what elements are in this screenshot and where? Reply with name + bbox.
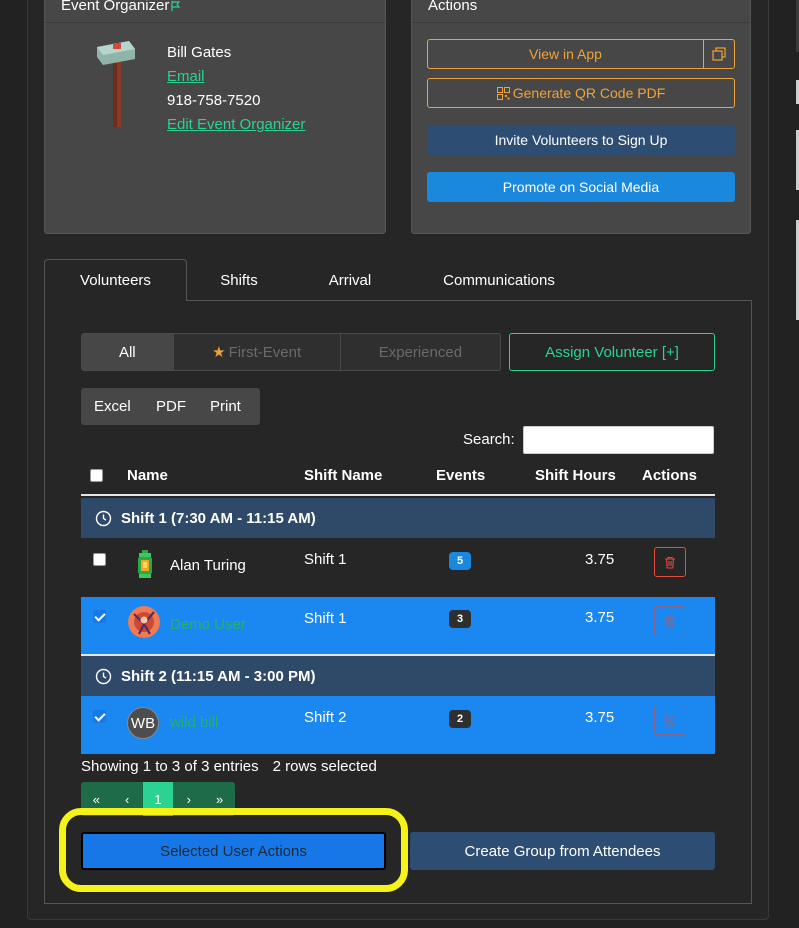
- organizer-phone: 918-758-7520: [167, 92, 261, 109]
- table-row[interactable]: WB wild bill Shift 2 2 3.75: [81, 696, 715, 754]
- organizer-email-link[interactable]: Email: [167, 65, 305, 89]
- trash-icon: [665, 714, 675, 727]
- organizer-card-header: Event Organizer: [45, 0, 385, 23]
- print-button[interactable]: Print: [196, 398, 256, 415]
- header-name[interactable]: Name: [127, 467, 168, 484]
- avatar: WB: [127, 707, 159, 739]
- row-checkbox[interactable]: [93, 610, 106, 623]
- tab-arrival[interactable]: Arrival: [306, 259, 394, 301]
- export-button-group: Excel PDF Print: [81, 388, 260, 425]
- view-in-app-button[interactable]: View in App: [427, 39, 704, 69]
- volunteer-name-link[interactable]: wild bill: [170, 714, 218, 731]
- shift-group-row: Shift 1 (7:30 AM - 11:15 AM): [81, 498, 715, 538]
- lantern-icon: [138, 550, 152, 578]
- shift-hours-cell: 3.75: [585, 709, 615, 726]
- filter-first-event-button[interactable]: ★ First-Event: [174, 334, 341, 370]
- volunteer-name-link[interactable]: Demo User: [170, 616, 246, 633]
- qr-code-icon: [496, 86, 510, 100]
- hammer-icon: [97, 41, 135, 127]
- tab-shifts[interactable]: Shifts: [194, 259, 284, 301]
- generate-qr-pdf-button[interactable]: Generate QR Code PDF: [427, 78, 735, 108]
- header-shift-hours[interactable]: Shift Hours: [535, 467, 616, 484]
- tab-volunteers[interactable]: Volunteers: [44, 259, 187, 301]
- table-row[interactable]: Demo User Shift 1 3 3.75: [81, 597, 715, 655]
- table-row[interactable]: Alan Turing Shift 1 5 3.75: [81, 538, 715, 596]
- table-info: Showing 1 to 3 of 3 entries 2 rows select…: [81, 758, 377, 775]
- table-header: Name Shift Name Events Shift Hours Actio…: [81, 458, 715, 496]
- invite-volunteers-button[interactable]: Invite Volunteers to Sign Up: [427, 125, 735, 155]
- shift-hours-cell: 3.75: [585, 551, 615, 568]
- volunteer-filter-group: All ★ First-Event Experienced: [81, 333, 501, 371]
- shift-group-row: Shift 2 (11:15 AM - 3:00 PM): [81, 656, 715, 696]
- header-actions: Actions: [642, 467, 698, 484]
- delete-row-button[interactable]: [654, 547, 686, 577]
- export-excel-button[interactable]: Excel: [81, 398, 140, 415]
- row-checkbox[interactable]: [93, 553, 106, 566]
- trash-icon: [665, 615, 675, 628]
- clock-icon: [95, 510, 112, 526]
- header-shift-name[interactable]: Shift Name: [304, 467, 382, 484]
- events-badge: 5: [449, 552, 471, 570]
- flag-icon[interactable]: [171, 1, 181, 12]
- trash-icon: [665, 556, 675, 569]
- entries-count: Showing 1 to 3 of 3 entries: [81, 758, 259, 775]
- delete-row-button[interactable]: [654, 705, 686, 735]
- organizer-card: Event Organizer Bill Gates Email 918-758…: [44, 0, 386, 234]
- edit-organizer-link[interactable]: Edit Event Organizer: [167, 113, 305, 137]
- tab-divider: [186, 300, 752, 301]
- promote-social-button[interactable]: Promote on Social Media: [427, 172, 735, 202]
- header-events[interactable]: Events: [436, 467, 485, 484]
- assign-volunteer-button[interactable]: Assign Volunteer [+]: [509, 333, 715, 371]
- organizer-info: Bill Gates Email 918-758-7520 Edit Event…: [167, 41, 305, 137]
- actions-card: Actions View in App Generate QR Code PDF…: [411, 0, 751, 234]
- row-checkbox[interactable]: [93, 710, 106, 723]
- search-input[interactable]: [523, 426, 714, 454]
- selected-user-actions-button[interactable]: Selected User Actions: [81, 832, 386, 870]
- star-icon: ★: [212, 344, 226, 361]
- tab-bar: Volunteers Shifts Arrival Communications: [44, 259, 752, 301]
- rows-selected-count: 2 rows selected: [272, 758, 377, 775]
- shift-hours-cell: 3.75: [585, 609, 615, 626]
- demo-avatar: [128, 606, 160, 638]
- actions-card-header: Actions: [412, 0, 750, 23]
- create-group-button[interactable]: Create Group from Attendees: [410, 832, 715, 870]
- shift-name-cell: Shift 1: [304, 610, 347, 627]
- search-label: Search:: [463, 431, 515, 448]
- tab-communications[interactable]: Communications: [416, 259, 582, 301]
- filter-experienced-button[interactable]: Experienced: [341, 334, 500, 370]
- events-badge: 2: [449, 710, 471, 728]
- shift-name-cell: Shift 1: [304, 551, 347, 568]
- copy-icon: [712, 47, 726, 61]
- events-badge: 3: [449, 610, 471, 628]
- delete-row-button[interactable]: [654, 606, 686, 636]
- organizer-card-title: Event Organizer: [61, 0, 181, 14]
- filter-all-button[interactable]: All: [82, 334, 174, 370]
- copy-link-button[interactable]: [703, 39, 735, 69]
- clock-icon: [95, 668, 112, 684]
- shift-name-cell: Shift 2: [304, 709, 347, 726]
- actions-card-title: Actions: [428, 0, 478, 14]
- volunteer-name-link[interactable]: Alan Turing: [170, 557, 246, 574]
- export-pdf-button[interactable]: PDF: [140, 398, 196, 415]
- select-all-checkbox[interactable]: [90, 469, 103, 482]
- organizer-name: Bill Gates: [167, 44, 232, 61]
